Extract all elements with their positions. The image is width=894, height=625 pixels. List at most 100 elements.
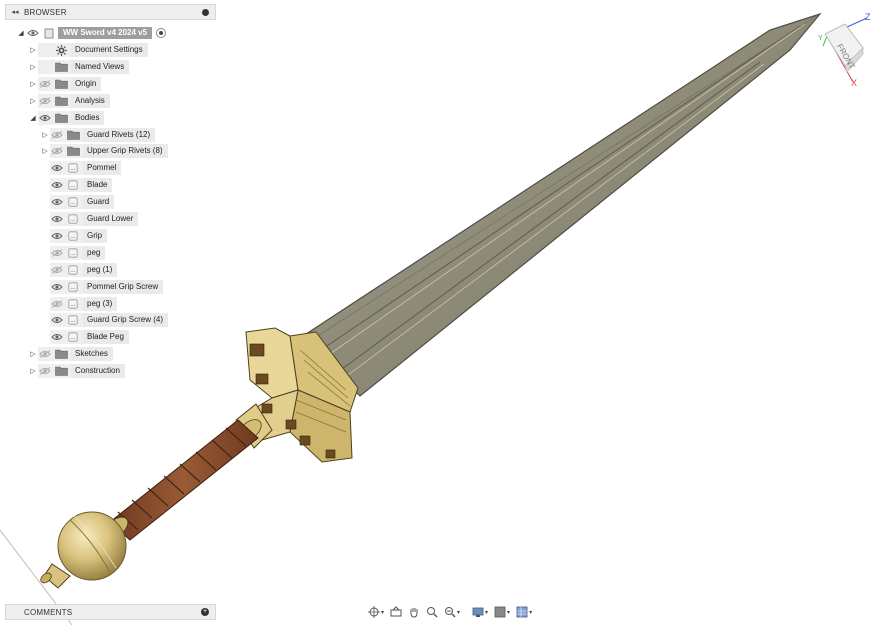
tree-item-label[interactable]: Construction — [71, 364, 125, 379]
tree-item-label[interactable]: Bodies — [71, 110, 105, 125]
browser-panel-header[interactable]: ◂◂ BROWSER — [5, 4, 216, 20]
tree-item-label[interactable]: Named Views — [71, 59, 130, 74]
activate-radio-icon[interactable] — [156, 28, 167, 38]
eye-hidden-icon[interactable] — [50, 246, 64, 260]
tree-item-content[interactable]: Grip — [50, 228, 108, 243]
tree-item[interactable]: ▷ Analysis — [28, 93, 110, 108]
tree-item-label[interactable]: Guard Rivets (12) — [83, 127, 156, 142]
tree-item-content[interactable]: Document Settings — [38, 43, 148, 57]
expand-triangle-icon[interactable]: ▷ — [28, 60, 38, 74]
eye-hidden-icon[interactable] — [50, 297, 64, 311]
pan-icon[interactable] — [406, 604, 422, 620]
tree-item-label[interactable]: Analysis — [71, 93, 110, 108]
root-component-label[interactable]: WW Sword v4 2024 v5 — [58, 27, 153, 39]
tree-item[interactable]: ◢ Bodies — [28, 110, 105, 125]
tree-item-label[interactable]: Guard Grip Screw (4) — [83, 313, 169, 328]
tree-item-label[interactable]: peg (3) — [83, 296, 118, 311]
eye-icon[interactable] — [26, 26, 40, 40]
tree-item-content[interactable]: Guard Lower — [50, 212, 139, 226]
tree-item-label[interactable]: peg — [83, 245, 106, 260]
tree-item-label[interactable]: Pommel — [83, 161, 122, 176]
tree-item[interactable]: Guard Lower — [40, 212, 139, 226]
expand-triangle-icon[interactable]: ▷ — [28, 94, 38, 108]
tree-item-content[interactable]: Blade Peg — [50, 330, 129, 345]
eye-icon[interactable] — [50, 195, 64, 209]
expanded-triangle-icon[interactable]: ◢ — [16, 26, 26, 40]
expand-triangle-icon[interactable]: ▷ — [28, 43, 38, 57]
tree-item-label[interactable]: Pommel Grip Screw — [83, 279, 164, 294]
tree-item[interactable]: peg (1) — [40, 262, 118, 277]
tree-item-content[interactable]: Guard — [50, 195, 115, 210]
tree-item-content[interactable]: Origin — [38, 76, 102, 91]
tree-item[interactable]: peg (3) — [40, 296, 118, 311]
tree-item-label[interactable]: peg (1) — [83, 262, 118, 277]
tree-item-content[interactable]: peg (3) — [50, 296, 118, 311]
tree-item[interactable]: Blade Peg — [40, 330, 129, 345]
eye-icon[interactable] — [50, 161, 64, 175]
tree-item[interactable]: ▷ Origin — [28, 76, 102, 91]
visual-style-icon[interactable]: ▾ — [492, 604, 512, 620]
tree-item-content[interactable]: Construction — [38, 364, 125, 379]
tree-item-content[interactable]: Guard Rivets (12) — [50, 127, 156, 142]
eye-icon[interactable] — [50, 229, 64, 243]
tree-item[interactable]: Guard — [40, 195, 115, 210]
tree-item-label[interactable]: Grip — [83, 228, 108, 243]
expand-triangle-icon[interactable]: ▷ — [28, 77, 38, 91]
expand-triangle-icon[interactable]: ▷ — [28, 364, 38, 378]
eye-icon[interactable] — [50, 280, 64, 294]
add-comment-icon[interactable]: + — [201, 608, 209, 616]
tree-item[interactable]: ▷ Sketches — [28, 347, 113, 362]
tree-item-content[interactable]: Pommel Grip Screw — [50, 279, 164, 294]
expand-triangle-icon[interactable]: ▷ — [28, 347, 38, 361]
double-chevron-left-icon[interactable]: ◂◂ — [8, 8, 22, 16]
tree-item-content[interactable]: Pommel — [50, 161, 122, 176]
tree-item-label[interactable]: Blade Peg — [83, 330, 129, 345]
tree-item-content[interactable]: Named Views — [38, 59, 130, 74]
tree-item-content[interactable]: peg — [50, 245, 106, 260]
grid-snap-icon[interactable]: ▾ — [514, 604, 534, 620]
look-at-icon[interactable] — [388, 604, 404, 620]
expand-triangle-icon[interactable]: ▷ — [40, 144, 50, 158]
view-cube[interactable]: FRONT Z X Y — [815, 10, 885, 90]
tree-item-label[interactable]: Guard — [83, 195, 115, 210]
expand-triangle-icon[interactable]: ▷ — [40, 128, 50, 142]
eye-hidden-icon[interactable] — [38, 77, 52, 91]
tree-item-label[interactable]: Document Settings — [71, 43, 148, 57]
eye-hidden-icon[interactable] — [50, 263, 64, 277]
eye-hidden-icon[interactable] — [38, 347, 52, 361]
eye-icon[interactable] — [38, 111, 52, 125]
tree-item[interactable]: ▷ Document Settings — [28, 43, 148, 57]
zoom-window-icon[interactable]: ▾ — [442, 604, 462, 620]
tree-item[interactable]: peg — [40, 245, 106, 260]
eye-icon[interactable] — [50, 330, 64, 344]
tree-item-label[interactable]: Guard Lower — [83, 212, 139, 226]
tree-item-content[interactable]: peg (1) — [50, 262, 118, 277]
tree-item-label[interactable]: Sketches — [71, 347, 113, 362]
tree-item-label[interactable]: Blade — [83, 178, 113, 193]
tree-item[interactable]: Guard Grip Screw (4) — [40, 313, 169, 328]
panel-options-icon[interactable] — [202, 9, 209, 16]
eye-icon[interactable] — [50, 178, 64, 192]
display-settings-icon[interactable]: ▾ — [470, 604, 490, 620]
eye-icon[interactable] — [50, 313, 64, 327]
comments-panel-header[interactable]: COMMENTS + — [5, 604, 216, 620]
eye-hidden-icon[interactable] — [38, 364, 52, 378]
tree-item-content[interactable]: Blade — [50, 178, 113, 193]
tree-item[interactable]: Grip — [40, 228, 108, 243]
tree-item[interactable]: ▷ Construction — [28, 364, 125, 379]
tree-item-label[interactable]: Upper Grip Rivets (8) — [83, 144, 168, 159]
tree-root[interactable]: ◢ WW Sword v4 2024 v5 — [16, 26, 167, 40]
tree-item[interactable]: Pommel Grip Screw — [40, 279, 164, 294]
tree-item-content[interactable]: Bodies — [38, 110, 105, 125]
tree-item-content[interactable]: Analysis — [38, 93, 110, 108]
eye-hidden-icon[interactable] — [38, 94, 52, 108]
tree-item-label[interactable]: Origin — [71, 76, 102, 91]
expanded-triangle-icon[interactable]: ◢ — [28, 111, 38, 125]
tree-item-content[interactable]: Guard Grip Screw (4) — [50, 313, 169, 328]
tree-item[interactable]: ▷ Named Views — [28, 59, 130, 74]
tree-item[interactable]: Blade — [40, 178, 113, 193]
eye-hidden-icon[interactable] — [50, 144, 64, 158]
eye-hidden-icon[interactable] — [50, 128, 64, 142]
eye-icon[interactable] — [50, 212, 64, 226]
zoom-icon[interactable] — [424, 604, 440, 620]
